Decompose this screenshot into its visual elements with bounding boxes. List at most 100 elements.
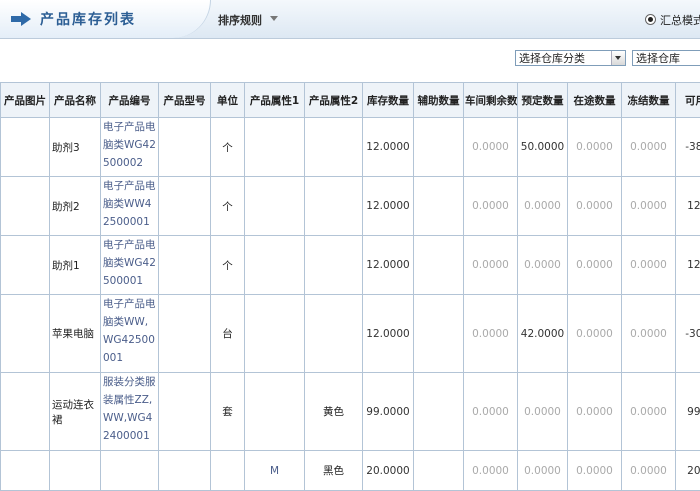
col-header[interactable]: 产品名称 [50,83,101,118]
cell-frozen: 0.0000 [622,295,676,373]
col-header[interactable]: 可用 [676,83,700,118]
cell-unit: 套 [211,373,245,451]
cell-reserved: 0.0000 [518,451,568,491]
cell-attr1 [245,177,305,236]
cell-workshop: 0.0000 [464,373,518,451]
cell-aux [414,451,464,491]
cell-image [1,177,50,236]
page-title: 产品库存列表 [40,9,136,29]
col-header[interactable]: 冻结数量 [622,83,676,118]
cell-model [159,177,211,236]
cell-code: 电子产品电脑类WW,WG42500001 [101,295,159,373]
cell-reserved: 42.0000 [518,295,568,373]
chevron-down-icon[interactable] [611,51,625,65]
table-row[interactable]: 助剂3 电子产品电脑类WG42500002 个 12.0000 0.0000 5… [1,118,700,177]
cell-image [1,295,50,373]
col-header[interactable]: 产品属性1 [245,83,305,118]
cell-name[interactable]: 助剂1 [50,236,101,295]
cell-code [101,451,159,491]
cell-reserved: 0.0000 [518,236,568,295]
cell-transit: 0.0000 [568,118,622,177]
cell-transit: 0.0000 [568,236,622,295]
table-row[interactable]: 运动连衣裙 服装分类服装属性ZZ,WW,WG42400001 套 黄色 99.0… [1,373,700,451]
col-header[interactable]: 辅助数量 [414,83,464,118]
cell-available: 12. [676,177,700,236]
cell-frozen: 0.0000 [622,451,676,491]
cell-stock: 12.0000 [363,177,414,236]
cell-attr2 [305,177,363,236]
cell-workshop: 0.0000 [464,451,518,491]
col-header[interactable]: 车间剩余数 [464,83,518,118]
cell-model [159,295,211,373]
cell-unit [211,451,245,491]
warehouse-category-value: 选择仓库分类 [519,52,585,65]
cell-available: 99. [676,373,700,451]
cell-stock: 20.0000 [363,451,414,491]
cell-name[interactable]: 苹果电脑 [50,295,101,373]
col-header[interactable]: 产品属性2 [305,83,363,118]
cell-attr2 [305,295,363,373]
cell-attr1 [245,373,305,451]
cell-available: 12. [676,236,700,295]
table-header-row: 产品图片 产品名称 产品编号 产品型号 单位 产品属性1 产品属性2 库存数量 … [1,83,700,118]
col-header[interactable]: 产品编号 [101,83,159,118]
sort-rules-menu[interactable]: 排序规则 [218,12,262,28]
cell-unit: 台 [211,295,245,373]
cell-name[interactable]: 运动连衣裙 [50,373,101,451]
cell-frozen: 0.0000 [622,118,676,177]
table-row[interactable]: 助剂2 电子产品电脑类WW42500001 个 12.0000 0.0000 0… [1,177,700,236]
cell-unit: 个 [211,236,245,295]
cell-code: 电子产品电脑类WG42500002 [101,118,159,177]
cell-reserved: 0.0000 [518,177,568,236]
summary-mode-label[interactable]: 汇总模式 [660,12,700,28]
cell-code: 服装分类服装属性ZZ,WW,WG42400001 [101,373,159,451]
col-header[interactable]: 单位 [211,83,245,118]
cell-name[interactable]: 助剂3 [50,118,101,177]
chevron-down-icon[interactable] [270,16,278,21]
cell-attr2 [305,118,363,177]
col-header[interactable]: 产品型号 [159,83,211,118]
cell-reserved: 0.0000 [518,373,568,451]
cell-frozen: 0.0000 [622,236,676,295]
title-tab: 产品库存列表 [0,0,211,38]
cell-unit: 个 [211,118,245,177]
cell-code: 电子产品电脑类WG42500001 [101,236,159,295]
col-header[interactable]: 在途数量 [568,83,622,118]
cell-frozen: 0.0000 [622,373,676,451]
warehouse-value: 选择仓库 [636,52,680,65]
summary-mode-radio[interactable] [645,14,656,25]
col-header[interactable]: 库存数量 [363,83,414,118]
warehouse-select[interactable]: 选择仓库 [632,50,700,66]
cell-frozen: 0.0000 [622,177,676,236]
cell-available: -38. [676,118,700,177]
cell-attr1 [245,118,305,177]
table-row[interactable]: M 黑色 20.0000 0.0000 0.0000 0.0000 0.0000… [1,451,700,491]
cell-workshop: 0.0000 [464,295,518,373]
cell-reserved: 50.0000 [518,118,568,177]
col-header[interactable]: 产品图片 [1,83,50,118]
cell-aux [414,236,464,295]
cell-image [1,118,50,177]
arrow-right-icon [10,12,32,26]
cell-name[interactable] [50,451,101,491]
cell-transit: 0.0000 [568,177,622,236]
cell-workshop: 0.0000 [464,118,518,177]
cell-image [1,451,50,491]
cell-code: 电子产品电脑类WW42500001 [101,177,159,236]
cell-attr2 [305,236,363,295]
cell-workshop: 0.0000 [464,177,518,236]
cell-aux [414,177,464,236]
cell-available: 20. [676,451,700,491]
cell-stock: 12.0000 [363,236,414,295]
col-header[interactable]: 预定数量 [518,83,568,118]
cell-aux [414,295,464,373]
cell-attr2: 黑色 [305,451,363,491]
cell-model [159,373,211,451]
table-row[interactable]: 助剂1 电子产品电脑类WG42500001 个 12.0000 0.0000 0… [1,236,700,295]
cell-unit: 个 [211,177,245,236]
table-row[interactable]: 苹果电脑 电子产品电脑类WW,WG42500001 台 12.0000 0.00… [1,295,700,373]
cell-name[interactable]: 助剂2 [50,177,101,236]
warehouse-category-select[interactable]: 选择仓库分类 [515,50,626,66]
cell-aux [414,118,464,177]
cell-workshop: 0.0000 [464,236,518,295]
